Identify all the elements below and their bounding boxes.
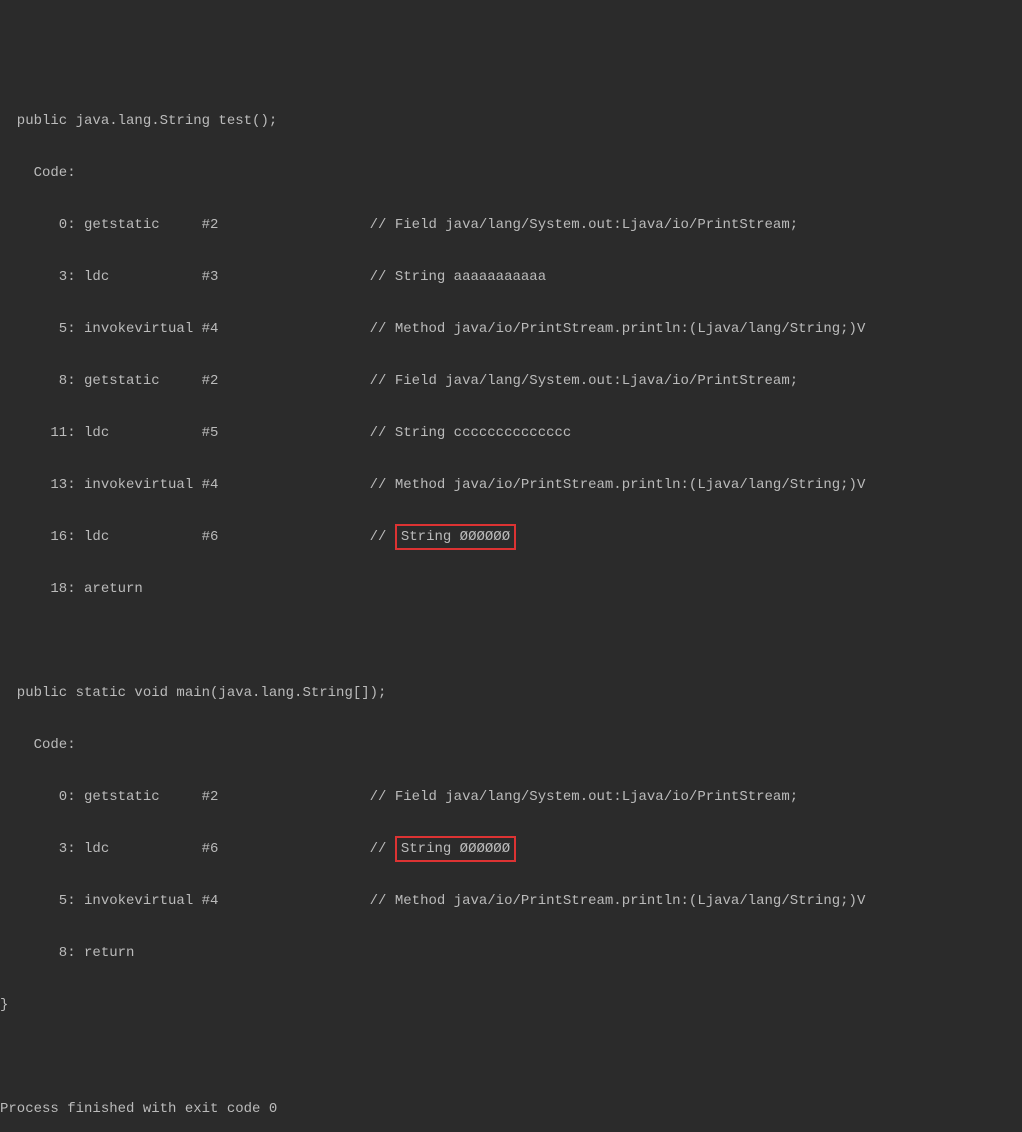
bytecode-instruction: 5: invokevirtual #4 // Method java/io/Pr… (0, 316, 1022, 342)
instruction-prefix: 16: ldc #6 // (0, 529, 395, 545)
process-exit-message: Process finished with exit code 0 (0, 1096, 1022, 1122)
bytecode-instruction: 13: invokevirtual #4 // Method java/io/P… (0, 472, 1022, 498)
closing-brace: } (0, 992, 1022, 1018)
code-label: Code: (0, 160, 1022, 186)
blank-line (0, 628, 1022, 654)
bytecode-instruction: 0: getstatic #2 // Field java/lang/Syste… (0, 784, 1022, 810)
bytecode-instruction: 8: return (0, 940, 1022, 966)
bytecode-instruction: 8: getstatic #2 // Field java/lang/Syste… (0, 368, 1022, 394)
bytecode-instruction: 5: invokevirtual #4 // Method java/io/Pr… (0, 888, 1022, 914)
blank-line (0, 1044, 1022, 1070)
instruction-prefix: 3: ldc #6 // (0, 841, 395, 857)
bytecode-instruction: 3: ldc #3 // String aaaaaaaaaaa (0, 264, 1022, 290)
highlighted-string: String ØØØØØØ (395, 836, 516, 862)
bytecode-instruction: 18: areturn (0, 576, 1022, 602)
highlighted-string: String ØØØØØØ (395, 524, 516, 550)
bytecode-instruction: 3: ldc #6 // String ØØØØØØ (0, 836, 1022, 862)
bytecode-instruction: 11: ldc #5 // String cccccccccccccc (0, 420, 1022, 446)
bytecode-instruction: 16: ldc #6 // String ØØØØØØ (0, 524, 1022, 550)
code-label: Code: (0, 732, 1022, 758)
method-signature-main: public static void main(java.lang.String… (0, 680, 1022, 706)
bytecode-instruction: 0: getstatic #2 // Field java/lang/Syste… (0, 212, 1022, 238)
method-signature-test: public java.lang.String test(); (0, 108, 1022, 134)
